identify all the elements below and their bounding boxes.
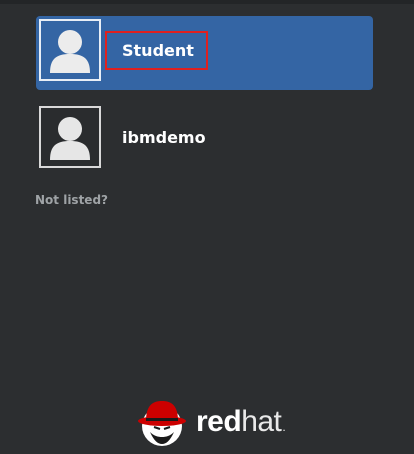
not-listed-link[interactable]: Not listed?	[35, 193, 108, 207]
top-edge	[0, 0, 414, 4]
user-item-ibmdemo[interactable]: ibmdemo	[36, 103, 373, 177]
user-name: ibmdemo	[122, 128, 206, 147]
user-list: Student ibmdemo	[36, 16, 373, 190]
user-item-student[interactable]: Student	[36, 16, 373, 90]
user-name: Student	[122, 41, 194, 60]
redhat-shadowman-icon	[138, 401, 186, 446]
user-avatar-icon	[39, 106, 101, 168]
redhat-logo: redhat.	[136, 398, 296, 448]
user-avatar-icon	[39, 19, 101, 81]
redhat-wordmark: redhat.	[196, 405, 286, 438]
